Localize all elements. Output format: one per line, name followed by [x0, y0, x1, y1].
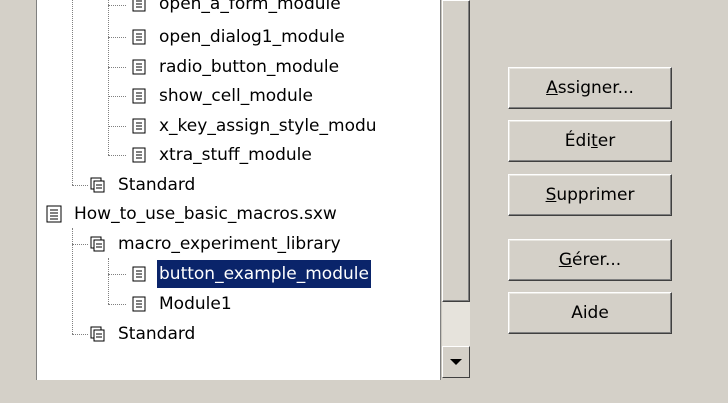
- tree-connector: [108, 0, 109, 155]
- scrollbar-thumb[interactable]: [442, 0, 470, 302]
- library-icon: [90, 325, 106, 343]
- tree-item-library[interactable]: Standard: [90, 171, 197, 199]
- delete-button[interactable]: Supprimer: [508, 174, 672, 216]
- module-icon: [131, 146, 147, 164]
- tree-item-label: open_dialog1_module: [159, 27, 345, 47]
- module-icon: [131, 28, 147, 46]
- tree-item-library[interactable]: Standard: [90, 320, 197, 348]
- edit-button[interactable]: Édi t er: [508, 120, 672, 162]
- tree-item-label: Standard: [118, 175, 196, 195]
- assign-button[interactable]: Assigner...: [508, 67, 672, 109]
- tree-connector: [108, 96, 126, 97]
- tree-item-label: macro_experiment_library: [118, 234, 341, 254]
- tree-connector: [108, 37, 126, 38]
- module-icon: [131, 265, 147, 283]
- tree-item-library[interactable]: macro_experiment_library: [90, 230, 343, 258]
- tree-connector: [72, 244, 88, 245]
- tree-connector: [108, 258, 109, 304]
- module-icon: [131, 58, 147, 76]
- accelerator-key: t: [591, 131, 598, 151]
- macro-tree[interactable]: open_a_form_module open_dialog1_module r…: [0, 0, 441, 380]
- accelerator-key: S: [545, 185, 557, 205]
- tree-item-label: open_a_form_module: [159, 0, 341, 14]
- tree-item-module[interactable]: Module1: [131, 290, 234, 318]
- tree-connector: [108, 67, 126, 68]
- tree-item-module[interactable]: x_key_assign_style_modu: [131, 112, 379, 140]
- tree-item-module[interactable]: radio_button_module: [131, 53, 341, 81]
- tree-connector: [72, 0, 73, 185]
- dialog-bottom-edge: [0, 380, 728, 403]
- help-button[interactable]: Aide: [508, 292, 672, 334]
- tree-item-module-selected[interactable]: button_example_module: [131, 259, 372, 289]
- tree-item-module[interactable]: xtra_stuff_module: [131, 141, 314, 169]
- tree-left-border: [0, 0, 37, 380]
- tree-item-label: x_key_assign_style_modu: [159, 116, 377, 136]
- tree-item-label: xtra_stuff_module: [159, 145, 312, 165]
- tree-item-module[interactable]: show_cell_module: [131, 82, 315, 110]
- tree-item-label: radio_button_module: [159, 57, 340, 77]
- library-icon: [90, 235, 106, 253]
- module-icon: [131, 0, 147, 13]
- scroll-down-button[interactable]: [442, 346, 470, 378]
- tree-connector: [72, 334, 88, 335]
- tree-connector: [108, 155, 126, 156]
- tree-item-label: How_to_use_basic_macros.sxw: [74, 204, 337, 224]
- accelerator-key: G: [558, 250, 572, 270]
- tree-connector: [72, 185, 88, 186]
- tree-connector: [108, 5, 126, 6]
- tree-item-label: Module1: [159, 294, 232, 314]
- tree-connector: [108, 126, 126, 127]
- tree-item-label: show_cell_module: [159, 86, 313, 106]
- arrow-down-icon: [450, 359, 462, 365]
- manage-button[interactable]: Gérer...: [508, 239, 672, 281]
- document-icon: [46, 205, 62, 223]
- module-icon: [131, 87, 147, 105]
- module-icon: [131, 295, 147, 313]
- module-icon: [131, 117, 147, 135]
- tree-connector: [108, 274, 126, 275]
- accelerator-key: A: [546, 78, 558, 98]
- tree-item-module[interactable]: open_a_form_module: [131, 0, 343, 18]
- tree-connector: [108, 304, 126, 305]
- library-icon: [90, 176, 106, 194]
- tree-item-document[interactable]: How_to_use_basic_macros.sxw: [46, 200, 339, 228]
- vertical-scrollbar[interactable]: [441, 0, 470, 378]
- tree-item-label: button_example_module: [156, 259, 372, 289]
- tree-item-label: Standard: [118, 324, 196, 344]
- tree-item-module[interactable]: open_dialog1_module: [131, 23, 347, 51]
